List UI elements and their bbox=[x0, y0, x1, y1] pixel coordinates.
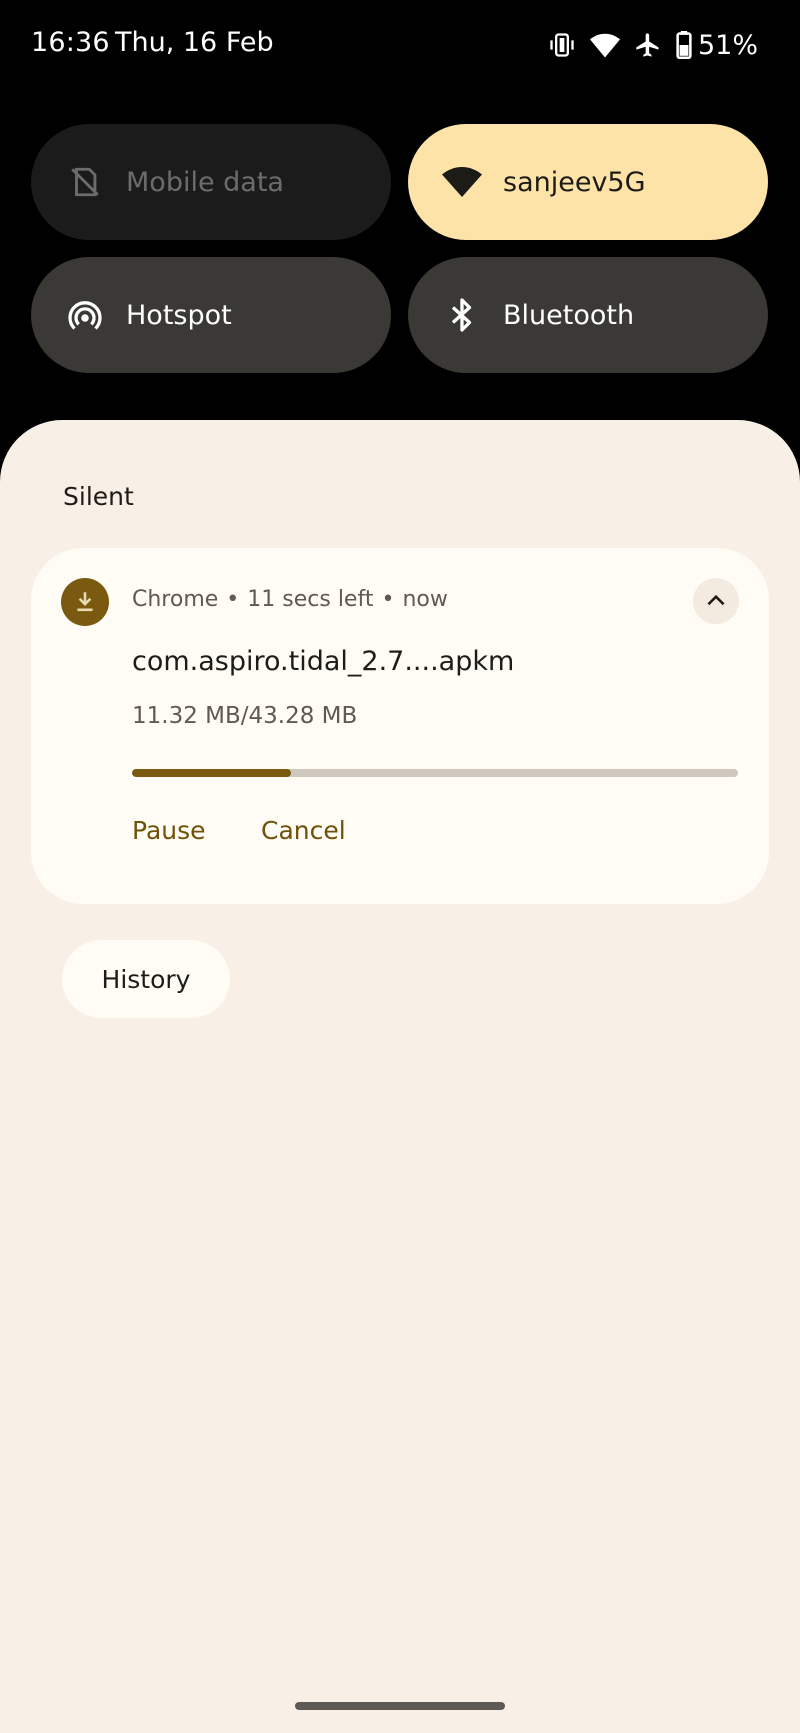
cancel-button[interactable]: Cancel bbox=[261, 816, 346, 845]
download-icon bbox=[61, 578, 109, 626]
tile-mobile-data[interactable]: Mobile data bbox=[31, 124, 391, 240]
history-button[interactable]: History bbox=[62, 940, 230, 1018]
section-title-silent: Silent bbox=[63, 482, 134, 511]
pause-button[interactable]: Pause bbox=[132, 816, 206, 845]
notification-timestamp: now bbox=[402, 587, 448, 612]
notification-panel: Silent Chrome • 11 secs left • now com.aspir… bbox=[0, 420, 800, 1733]
navigation-handle[interactable] bbox=[295, 1702, 505, 1710]
collapse-button[interactable] bbox=[693, 578, 739, 624]
hotspot-icon bbox=[65, 295, 105, 335]
download-size: 11.32 MB/43.28 MB bbox=[132, 703, 358, 729]
bluetooth-icon bbox=[442, 295, 482, 335]
battery-percent: 51% bbox=[697, 29, 758, 61]
tile-wifi-label: sanjeev5G bbox=[503, 166, 646, 198]
battery-icon bbox=[676, 31, 692, 59]
download-progress-fill bbox=[132, 769, 291, 777]
status-bar: 16:36 Thu, 16 Feb 51% bbox=[0, 0, 800, 92]
airplane-icon bbox=[634, 31, 662, 59]
tile-bluetooth-label: Bluetooth bbox=[503, 299, 635, 331]
header-separator: • bbox=[381, 587, 395, 612]
wifi-icon bbox=[589, 31, 620, 59]
tile-mobile-data-label: Mobile data bbox=[126, 166, 284, 198]
notification-time-left: 11 secs left bbox=[247, 587, 374, 612]
tile-hotspot-label: Hotspot bbox=[126, 299, 232, 331]
download-notification[interactable]: Chrome • 11 secs left • now com.aspiro.tidal… bbox=[31, 548, 769, 904]
notification-app-name: Chrome bbox=[132, 587, 219, 612]
status-icons: 51% bbox=[534, 28, 758, 62]
header-separator: • bbox=[226, 587, 240, 612]
tile-wifi[interactable]: sanjeev5G bbox=[408, 124, 768, 240]
wifi-icon bbox=[442, 162, 482, 202]
notification-header: Chrome • 11 secs left • now bbox=[132, 587, 448, 612]
mobile-data-off-icon bbox=[65, 162, 105, 202]
notification-title: com.aspiro.tidal_2.7....apkm bbox=[132, 646, 515, 677]
download-progress-bar bbox=[132, 769, 738, 777]
tile-bluetooth[interactable]: Bluetooth bbox=[408, 257, 768, 373]
tile-hotspot[interactable]: Hotspot bbox=[31, 257, 391, 373]
chevron-up-icon bbox=[707, 594, 725, 606]
vibrate-icon bbox=[548, 31, 576, 59]
status-date: Thu, 16 Feb bbox=[115, 27, 274, 58]
notification-shade-screen: 16:36 Thu, 16 Feb 51% Mobile data sanjee… bbox=[0, 0, 800, 1733]
status-time: 16:36 bbox=[31, 27, 110, 58]
